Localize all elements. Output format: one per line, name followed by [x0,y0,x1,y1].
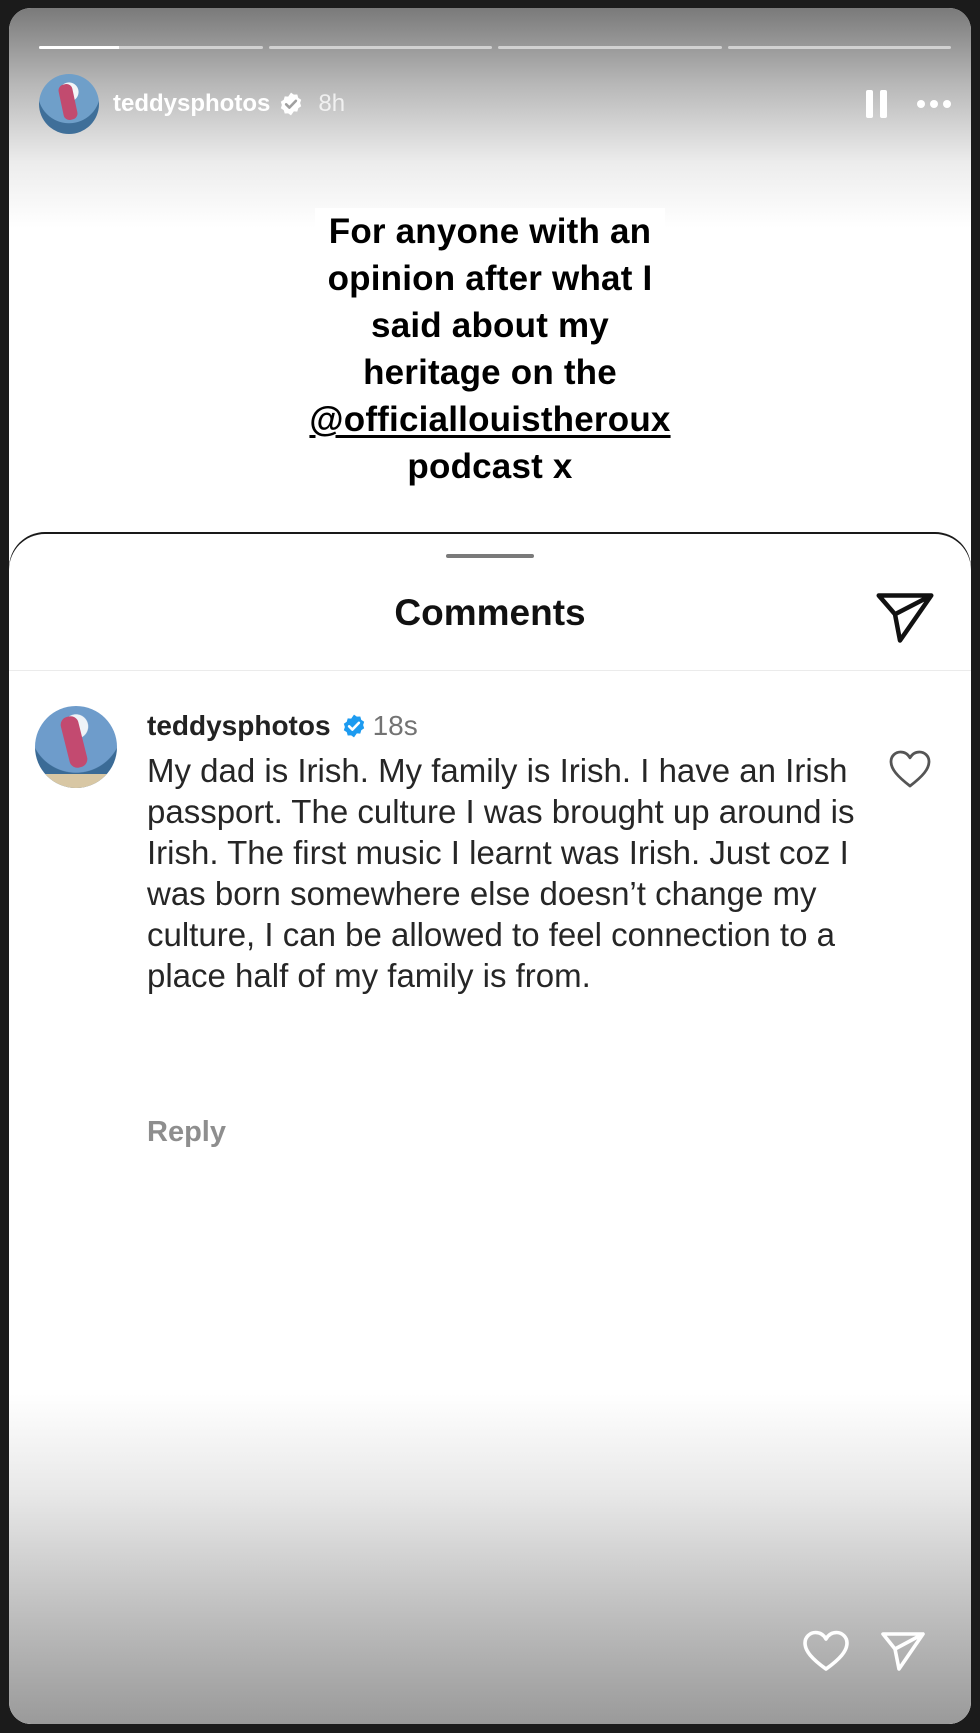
send-icon[interactable] [875,590,935,646]
comment-item: teddysphotos 18s My dad is Irish. My fam… [35,706,955,1156]
progress-segment [268,46,492,49]
progress-segment [39,46,263,49]
story-header: teddysphotos 8h [39,74,951,134]
story-viewer: teddysphotos 8h For anyone with an opini… [9,8,971,1724]
pause-icon[interactable] [866,90,887,118]
caption-line: For anyone with an [314,208,666,255]
more-icon[interactable] [917,100,951,108]
sheet-bottom-gradient [9,1394,971,1724]
caption-mention-link[interactable]: @officiallouistheroux [295,396,685,443]
sheet-drag-handle[interactable] [446,554,534,558]
comments-sheet: Comments teddysphotos 18s My dad is Iris… [9,534,971,1724]
story-caption: For anyone with an opinion after what I … [9,208,971,490]
heart-icon[interactable] [801,1628,851,1674]
avatar[interactable] [39,74,99,134]
comment-username[interactable]: teddysphotos [147,710,331,742]
send-icon[interactable] [879,1628,927,1674]
comment-header: teddysphotos 18s [147,710,418,742]
story-time: 8h [318,90,346,117]
caption-line: heritage on the [349,349,631,396]
sheet-divider [9,670,971,671]
story-username[interactable]: teddysphotos [113,90,270,118]
sheet-title: Comments [394,592,586,633]
caption-line: podcast x [393,443,587,490]
caption-line: opinion after what I [313,255,667,302]
comment-text: My dad is Irish. My family is Irish. I h… [147,752,855,994]
story-progress-bar [39,46,951,50]
verified-badge-icon [281,92,302,116]
avatar[interactable] [35,706,117,788]
verified-badge-icon [343,714,364,738]
comment-time: 18s [372,710,418,741]
heart-icon[interactable] [887,748,933,790]
caption-line: said about my [357,302,623,349]
progress-segment [727,46,951,49]
reply-button[interactable]: Reply [147,1116,226,1149]
progress-segment [498,46,722,49]
